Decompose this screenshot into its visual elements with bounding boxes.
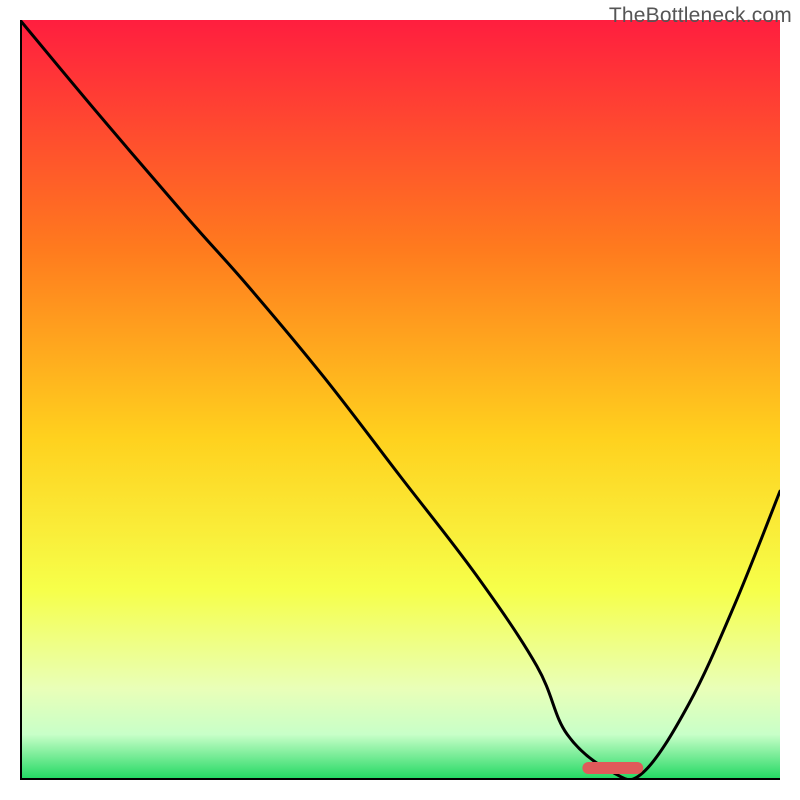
bottleneck-chart [20, 20, 780, 780]
chart-container: TheBottleneck.com [0, 0, 800, 800]
chart-background [20, 20, 780, 780]
current-config-marker [582, 762, 643, 774]
watermark-text: TheBottleneck.com [609, 4, 792, 28]
